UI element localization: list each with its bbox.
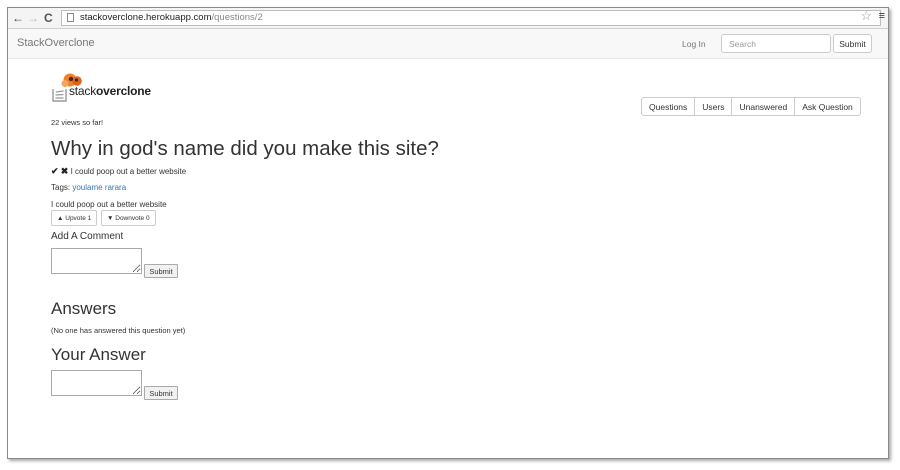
navbar-brand[interactable]: StackOverclone [17,37,95,49]
upvote-label: Upvote 1 [65,214,92,222]
url-host: stackoverclone.herokuapp.com [80,12,212,23]
add-comment-heading: Add A Comment [51,231,124,242]
site-logo[interactable]: stackoverclone [51,71,161,103]
main-nav-buttons: Questions Users Unanswered Ask Question [641,97,861,116]
app-navbar: StackOverclone Log In Submit [8,29,888,59]
caret-up-icon: ▲ [57,214,64,222]
tags-label: Tags: [51,183,71,192]
answers-heading: Answers [51,299,117,318]
caret-down-icon: ▼ [107,214,114,222]
upvote-button[interactable]: ▲ Upvote 1 [51,210,98,226]
question-title: Why in god's name did you make this site… [51,137,439,160]
bookmark-star-icon[interactable]: ☆ [860,8,872,24]
downvote-button[interactable]: ▼ Downvote 0 [101,210,156,226]
page-icon [67,13,74,22]
view-count: 22 views so far! [51,118,104,127]
cross-icon[interactable]: ✖ [61,166,69,176]
tag-links[interactable]: youlame rarara [72,183,126,192]
browser-toolbar: ← → C stackoverclone.herokuapp.com/quest… [8,8,888,29]
question-tags: Tags: youlame rarara [51,183,126,192]
no-answers-text: (No one has answered this question yet) [51,326,186,335]
question-status: ✔ ✖ I could poop out a better website [51,166,186,177]
answer-submit-button[interactable]: Submit [144,386,178,400]
answer-textarea[interactable] [51,370,142,396]
question-status-text: I could poop out a better website [70,167,187,176]
back-arrow-icon[interactable]: ← [12,11,24,25]
logo-wordmark: stackoverclone [69,84,151,98]
address-bar[interactable]: stackoverclone.herokuapp.com/questions/2 [61,10,881,26]
url-path: /questions/2 [211,12,263,23]
comment-textarea[interactable] [51,248,142,274]
users-button[interactable]: Users [694,97,733,116]
forward-arrow-icon[interactable]: → [27,11,39,25]
your-answer-heading: Your Answer [51,345,146,364]
checkmark-icon[interactable]: ✔ [51,166,59,176]
comment-submit-button[interactable]: Submit [144,264,178,278]
ask-question-button[interactable]: Ask Question [794,97,861,116]
questions-button[interactable]: Questions [641,97,696,116]
search-submit-button[interactable]: Submit [833,34,872,53]
downvote-label: Downvote 0 [115,214,150,222]
reload-icon[interactable]: C [44,11,53,25]
search-input[interactable] [721,34,831,53]
logo-text-bold: overclone [96,84,151,98]
browser-window: ← → C stackoverclone.herokuapp.com/quest… [7,7,889,459]
login-link[interactable]: Log In [682,39,706,49]
logo-text-plain: stack [69,84,97,98]
unanswered-button[interactable]: Unanswered [731,97,796,116]
chrome-menu-icon[interactable]: ≡ [879,10,885,22]
question-body: I could poop out a better website [51,200,167,209]
